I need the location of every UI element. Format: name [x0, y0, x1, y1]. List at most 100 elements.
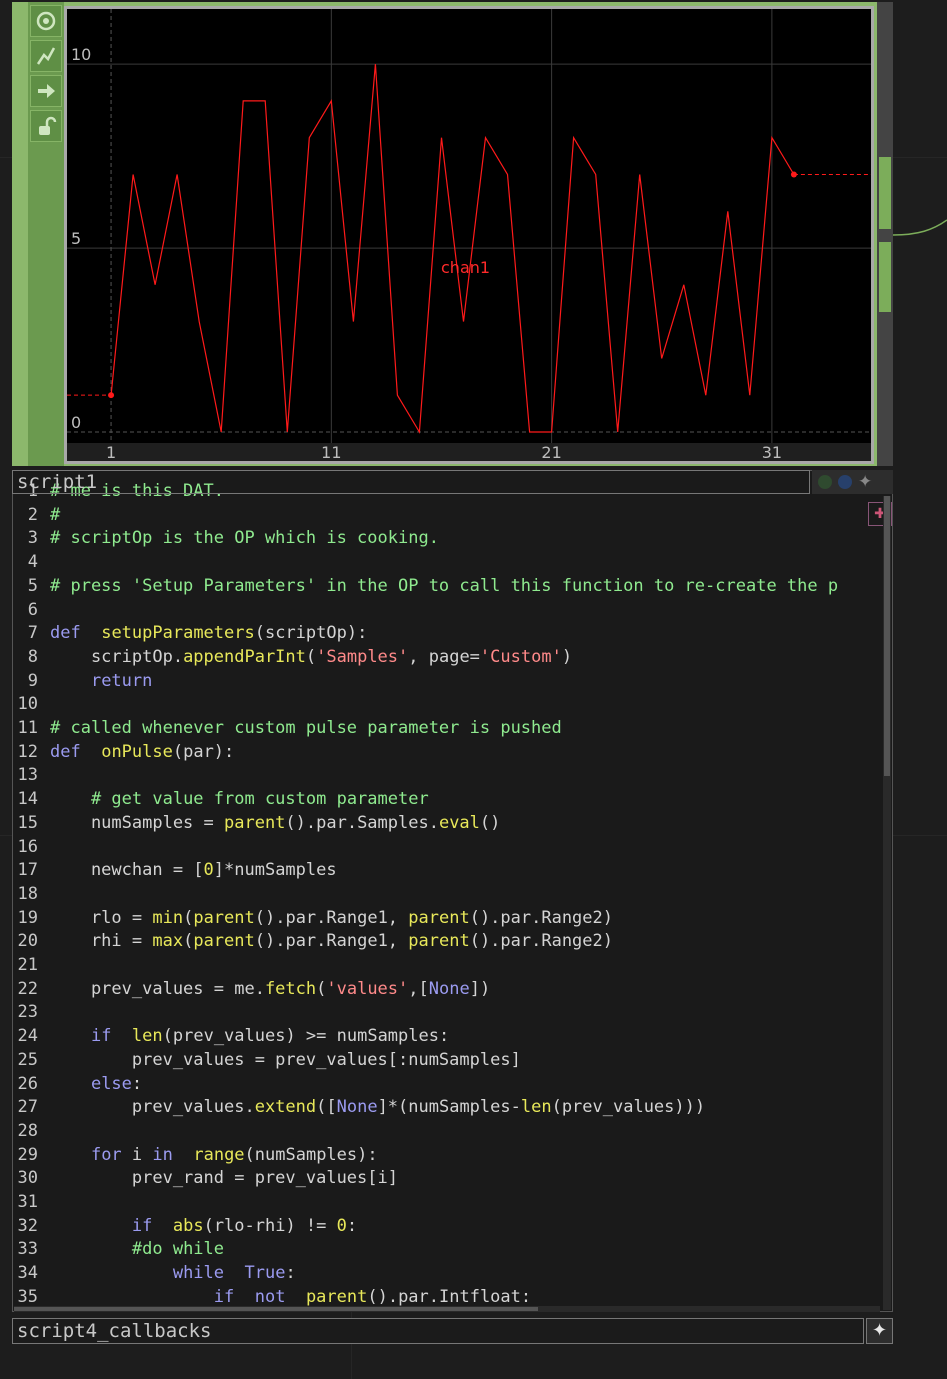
code-token: prev_rand = prev_values[i]	[50, 1168, 398, 1189]
viewer-active-icon[interactable]	[30, 5, 62, 37]
code-token: ().par.Samples.	[285, 812, 439, 833]
line-number: 16	[17, 836, 38, 857]
output-connector-2[interactable]	[879, 242, 891, 312]
star-icon[interactable]: ✦	[858, 472, 872, 492]
hscroll-thumb[interactable]	[14, 1307, 538, 1311]
code-token: parent	[224, 812, 286, 833]
line-number: 3	[27, 528, 38, 549]
cook-flag-icon[interactable]	[818, 475, 832, 489]
line-number: 34	[17, 1263, 38, 1284]
line-number: 18	[17, 883, 38, 904]
code-token: (prev_values) >= numSamples:	[162, 1026, 450, 1047]
code-token: None	[428, 978, 470, 999]
code-line: 15 numSamples = parent().par.Samples.eva…	[12, 812, 501, 836]
code-token: (rlo-rhi) !=	[203, 1215, 337, 1236]
lock-icon[interactable]	[30, 110, 62, 142]
code-token: if	[131, 1215, 153, 1236]
code-token: 0	[336, 1215, 347, 1236]
code-token: (scriptOp):	[254, 623, 368, 644]
code-token: parent	[305, 1286, 368, 1306]
line-number: 19	[17, 907, 38, 928]
code-line: 21	[12, 954, 50, 978]
line-number: 24	[17, 1026, 38, 1047]
code-token: ,[	[408, 978, 429, 999]
code-line: 24 if len(prev_values) >= numSamples:	[12, 1025, 450, 1049]
export-icon[interactable]	[30, 40, 62, 72]
code-line: 3 # scriptOp is the OP which is cooking.	[12, 527, 439, 551]
code-token: fetch	[264, 978, 317, 999]
code-token: None	[336, 1097, 378, 1118]
x-tick-label: 11	[321, 443, 341, 461]
line-number: 30	[17, 1168, 38, 1189]
x-axis-band	[67, 443, 871, 461]
line-number: 33	[17, 1239, 38, 1260]
code-line: 25 prev_values = prev_values[:numSamples…	[12, 1049, 521, 1073]
display-flag-icon[interactable]	[838, 475, 852, 489]
code-token: newchan = [	[50, 860, 204, 881]
line-number: 12	[17, 741, 38, 762]
x-tick-label: 21	[541, 443, 561, 461]
scroll-thumb[interactable]	[884, 496, 890, 776]
line-number: 11	[17, 718, 38, 738]
code-token: :	[285, 1263, 296, 1284]
dat-node-title[interactable]: script1	[12, 470, 810, 494]
line-number: 35	[17, 1286, 38, 1306]
code-token: 0	[203, 860, 214, 881]
code-token: (	[316, 978, 327, 999]
code-token: prev_values = prev_values[:numSamples]	[50, 1049, 521, 1070]
code-line: 16	[12, 836, 50, 860]
line-number: 17	[17, 860, 38, 881]
code-line: 35 if not parent().par.Intfloat:	[12, 1286, 532, 1306]
code-line: 7 def setupParameters(scriptOp):	[12, 622, 368, 646]
code-token: (numSamples):	[244, 1144, 378, 1165]
code-token: ().par.Range2)	[469, 907, 613, 928]
code-line: 5 # press 'Setup Parameters' in the OP to…	[12, 575, 838, 599]
code-line: 29 for i in range(numSamples):	[12, 1144, 378, 1168]
callbacks-node-title[interactable]: script4_callbacks	[12, 1318, 864, 1344]
horizontal-scrollbar[interactable]	[14, 1306, 880, 1312]
line-number: 7	[27, 623, 38, 644]
line-number: 8	[27, 646, 38, 667]
line-number: 32	[17, 1215, 38, 1236]
code-line: 18	[12, 883, 50, 907]
series-point-start	[108, 392, 115, 399]
code-token: def	[50, 741, 81, 762]
code-token: (	[305, 646, 317, 667]
star-icon[interactable]: ✦	[866, 1318, 893, 1344]
arrow-right-icon[interactable]	[30, 75, 62, 107]
code-token: 'Custom'	[479, 646, 562, 667]
chop-graph-viewer[interactable]: 10 5 0 1 11 21 31 chan1	[64, 6, 874, 464]
line-number: 6	[27, 599, 38, 620]
line-number: 28	[17, 1120, 38, 1141]
code-line: 2 #	[12, 504, 61, 528]
line-number: 23	[17, 1002, 38, 1023]
code-line: 22 prev_values = me.fetch('values',[None…	[12, 978, 491, 1002]
line-number: 20	[17, 931, 38, 952]
code-line: 9 return	[12, 670, 153, 694]
x-tick-label: 1	[106, 443, 116, 461]
code-token: ]*(numSamples-	[377, 1097, 521, 1118]
wire	[893, 219, 947, 236]
channel-label: chan1	[441, 258, 491, 277]
code-line: 30 prev_rand = prev_values[i]	[12, 1167, 398, 1191]
code-token: onPulse	[101, 741, 173, 762]
output-connector[interactable]	[879, 157, 891, 229]
chop-toolbar	[28, 2, 64, 466]
code-editor[interactable]: 1 # me is this DAT. 2 #3 # scriptOp is the O…	[12, 480, 882, 1306]
y-tick-label: 5	[71, 229, 81, 248]
y-tick-label: 10	[71, 45, 91, 64]
vertical-scrollbar[interactable]	[883, 496, 891, 1310]
code-token: i	[121, 1144, 153, 1165]
code-token: in	[152, 1144, 173, 1165]
code-token: ().par.Range1,	[254, 907, 409, 928]
y-tick-label: 0	[71, 413, 81, 432]
